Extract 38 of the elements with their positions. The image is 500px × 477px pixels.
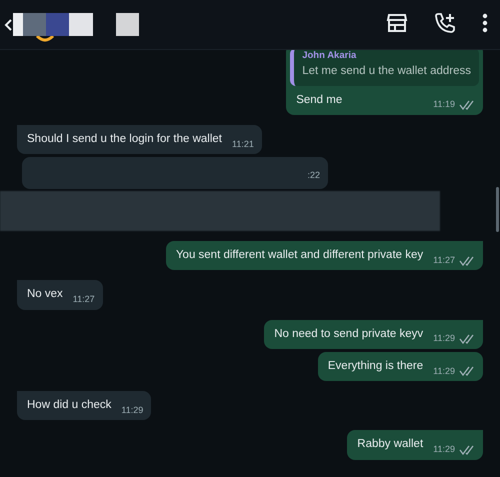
message-time: 11:21 [232, 138, 254, 150]
back-icon[interactable] [4, 19, 12, 31]
message-text: You sent different wallet and different private key [176, 248, 424, 263]
message-bubble[interactable]: Everything is there 11:29 [318, 352, 483, 381]
redaction-block [46, 13, 70, 36]
message-text: No vex [27, 287, 63, 302]
message-bubble[interactable]: :22 [22, 157, 328, 189]
avatar[interactable] [35, 36, 55, 42]
message-text: Rabby wallet [357, 437, 424, 452]
redaction-block [116, 13, 139, 36]
message-bubble[interactable]: John Akaria Let me send u the wallet address Send me 11:19 [286, 50, 483, 115]
message-text: How did u check [27, 398, 112, 413]
message-time: 11:29 [433, 364, 455, 378]
add-call-icon[interactable] [434, 12, 456, 34]
store-icon[interactable] [386, 13, 408, 33]
message-time: 11:29 [433, 443, 455, 456]
message-time: 11:29 [121, 404, 144, 417]
scrollbar[interactable] [496, 187, 499, 232]
quote-text: Let me send u the wallet address [302, 64, 471, 80]
more-icon[interactable] [482, 13, 488, 33]
message-bubble[interactable]: Should I send u the login for the wallet 11:21 [17, 124, 262, 154]
message-bubble[interactable]: Rabby wallet 11:29 [347, 430, 483, 460]
message-bubble[interactable]: How did u check 11:29 [17, 391, 152, 420]
message-text: Should I send u the login for the wallet [27, 132, 222, 147]
message-text: No need to send private keyv [274, 326, 424, 342]
message-time: 11:27 [433, 254, 455, 267]
quote-author: John Akaria [302, 50, 358, 63]
message-text: Everything is there [328, 358, 424, 374]
message-time: 11:29 [433, 332, 455, 346]
message-time: 11:27 [72, 293, 95, 306]
message-bubble[interactable]: No need to send private keyv 11:29 [264, 320, 483, 349]
redaction-block [69, 13, 93, 36]
message-bubble[interactable]: No vex 11:27 [17, 280, 103, 310]
message-time: :22 [307, 169, 320, 182]
message-text: Send me [296, 92, 342, 108]
quoted-message[interactable]: John Akaria Let me send u the wallet address [290, 50, 479, 86]
message-time: 11:19 [433, 98, 455, 112]
message-bubble[interactable]: You sent different wallet and different private key 11:27 [166, 241, 483, 270]
